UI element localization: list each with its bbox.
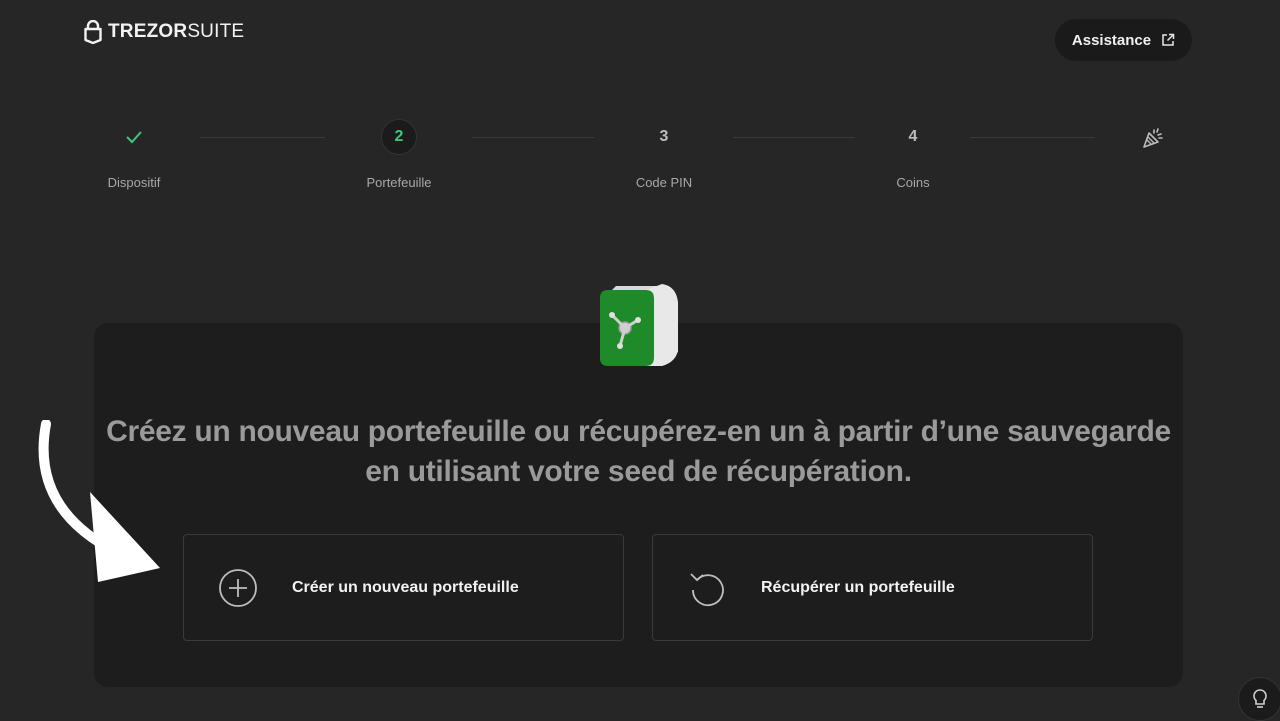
- step-connector: [472, 137, 594, 138]
- plus-circle-icon: [218, 568, 258, 608]
- step-done-indicator: [116, 119, 152, 155]
- create-wallet-label: Créer un nouveau portefeuille: [292, 578, 519, 596]
- step-label: Code PIN: [635, 175, 693, 190]
- step-number: 3: [659, 128, 669, 145]
- create-wallet-button[interactable]: Créer un nouveau portefeuille: [183, 534, 624, 641]
- vault-icon: [600, 284, 678, 366]
- step-connector: [733, 137, 855, 138]
- lightbulb-icon: [1253, 689, 1267, 708]
- step-dispositif: Dispositif: [74, 119, 194, 190]
- step-label: Portefeuille: [366, 175, 432, 190]
- step-connector: [200, 137, 325, 138]
- step-number: 2: [381, 119, 417, 155]
- checkmark-icon: [126, 131, 142, 144]
- step-number: 4: [908, 128, 918, 145]
- external-link-icon: [1162, 33, 1175, 46]
- brand-name-light: SUITE: [187, 21, 245, 42]
- brand-name-bold: TREZOR: [108, 21, 188, 42]
- pointer-arrow-icon: [38, 420, 160, 582]
- step-label: Coins: [896, 175, 930, 190]
- party-popper-icon: [1143, 128, 1163, 148]
- trezor-suite-logo: TREZORSUITE: [84, 20, 244, 44]
- step-label: Dispositif: [107, 175, 161, 190]
- recover-wallet-button[interactable]: Récupérer un portefeuille: [652, 534, 1093, 641]
- step-portefeuille: 2 Portefeuille: [339, 119, 459, 190]
- step-coins: 4 Coins: [853, 119, 973, 190]
- trezor-lock-icon: [84, 20, 102, 44]
- step-code-pin: 3 Code PIN: [604, 119, 724, 190]
- restore-icon: [687, 568, 727, 608]
- assistance-label: Assistance: [1071, 31, 1152, 49]
- tips-button[interactable]: [1238, 677, 1280, 721]
- assistance-button[interactable]: Assistance: [1055, 19, 1192, 61]
- page-headline: Créez un nouveau portefeuille ou récupér…: [106, 415, 1171, 488]
- step-connector: [970, 137, 1095, 138]
- recover-wallet-label: Récupérer un portefeuille: [761, 578, 955, 596]
